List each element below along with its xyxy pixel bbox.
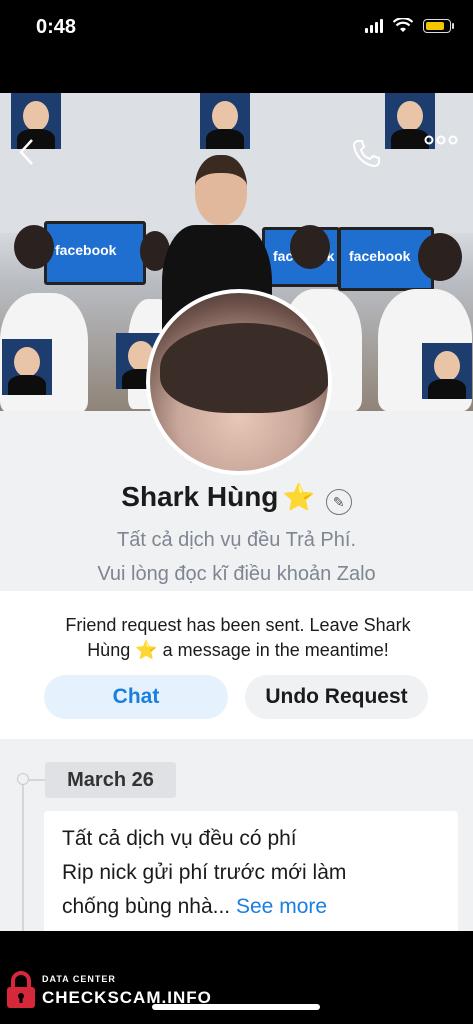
undo-request-button[interactable]: Undo Request (245, 675, 428, 719)
profile-screen: facebook facebook facebook Shark Hùng ⭐ (0, 93, 473, 931)
request-message: Friend request has been sent. Leave Shar… (65, 615, 411, 660)
lock-icon (7, 971, 35, 1008)
person-face (195, 155, 247, 225)
name-row: Shark Hùng ⭐ ✎ (0, 481, 473, 515)
date-chip: March 26 (45, 762, 176, 798)
bio-line-2: Vui lòng đọc kĩ điều khoản Zalo (97, 563, 376, 585)
star-icon: ⭐ (282, 482, 316, 512)
cellular-signal-icon (365, 18, 383, 33)
home-indicator[interactable] (152, 1004, 320, 1010)
star-icon: ⭐ (135, 640, 158, 660)
timeline: March 26 Tất cả dịch vụ đều có phí Rip n… (0, 739, 473, 931)
edit-name-icon[interactable]: ✎ (325, 488, 352, 515)
profile-name: Shark Hùng (121, 481, 279, 512)
post-card[interactable]: Tất cả dịch vụ đều có phí Rip nick gửi p… (44, 811, 458, 931)
post-text-line: Tất cả dịch vụ đều có phí (62, 827, 297, 850)
watermark-small-text: DATA CENTER (42, 974, 116, 984)
timeline-dot (17, 773, 29, 785)
post-text-line: Rip nick gửi phí trước mới làm (62, 861, 347, 884)
chat-button[interactable]: Chat (44, 675, 228, 719)
status-icons (365, 18, 454, 33)
friend-request-card: Friend request has been sent. Leave Shar… (0, 591, 473, 739)
wifi-icon (393, 18, 413, 32)
status-time: 0:48 (36, 16, 77, 38)
chevron-left-icon[interactable] (16, 137, 38, 167)
avatar[interactable] (146, 289, 332, 475)
post-text-line: chống bùng nhà... See more (62, 895, 328, 918)
battery-icon (423, 18, 454, 33)
more-horizontal-icon[interactable] (424, 133, 458, 147)
bio-line-1: Tất cả dịch vụ đều Trả Phí. (116, 529, 356, 551)
monitor: facebook (44, 221, 146, 285)
status-bar: 0:48 (0, 0, 473, 60)
see-more-link[interactable]: See more (236, 895, 327, 918)
phone-icon[interactable] (350, 137, 382, 169)
